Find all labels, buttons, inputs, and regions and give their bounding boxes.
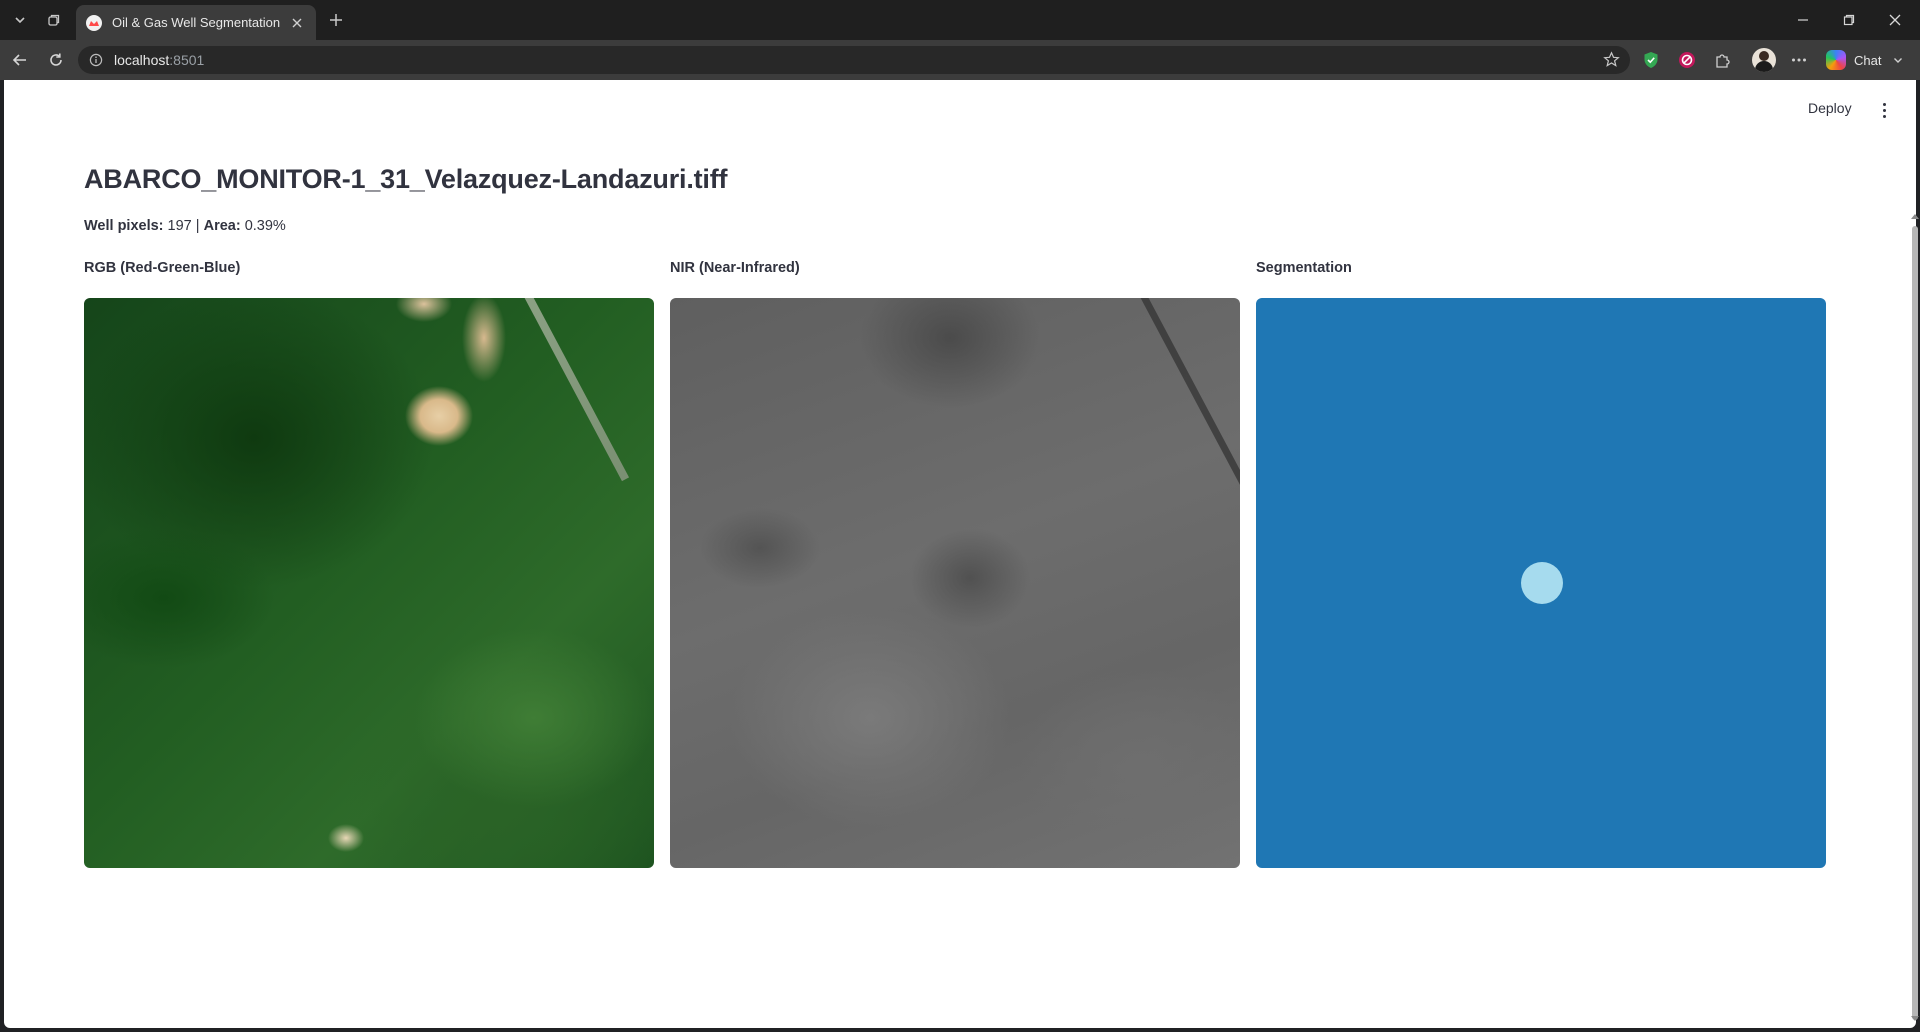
well-pixels-label: Well pixels: [84, 218, 164, 234]
tab-title: Oil & Gas Well Segmentation [112, 15, 281, 30]
chevron-down-icon[interactable] [1893, 53, 1903, 68]
scroll-up-icon[interactable] [1911, 214, 1919, 219]
streamlit-favicon-icon [86, 14, 102, 31]
chat-label: Chat [1854, 52, 1882, 68]
page-scrollbar[interactable] [1912, 226, 1918, 1020]
area-value: 0.39% [244, 218, 286, 234]
scroll-down-icon[interactable] [1911, 1016, 1919, 1021]
segmented-well-region [1521, 562, 1563, 604]
deploy-button[interactable]: Deploy [1808, 100, 1852, 120]
chat-button[interactable]: Chat [1826, 47, 1910, 73]
extensions-puzzle-icon[interactable] [1712, 49, 1734, 71]
bookmark-star-icon[interactable] [1603, 51, 1620, 71]
tab-active[interactable]: Oil & Gas Well Segmentation [76, 5, 316, 40]
close-window-icon[interactable] [1872, 0, 1918, 40]
area-label: Area: [203, 218, 241, 234]
segmentation-stats: Well pixels: 197 | Area: 0.39% [84, 218, 286, 234]
profile-avatar[interactable] [1752, 48, 1776, 72]
segmentation-image [1256, 298, 1826, 868]
site-info-icon[interactable] [88, 52, 104, 68]
more-menu-icon[interactable] [1788, 49, 1810, 71]
tab-list-icon[interactable] [6, 7, 34, 33]
new-tab-icon[interactable] [322, 7, 350, 33]
stats-separator: | [195, 218, 200, 234]
tab-groups-icon[interactable] [40, 7, 68, 33]
shield-extension-icon[interactable] [1640, 49, 1662, 71]
browser-tabbar: Oil & Gas Well Segmentation [0, 0, 1920, 40]
restore-icon[interactable] [1826, 0, 1872, 40]
close-tab-icon[interactable] [288, 14, 306, 32]
kebab-menu-icon[interactable] [1874, 100, 1894, 120]
minimize-icon[interactable] [1780, 0, 1826, 40]
copilot-logo-icon [1826, 50, 1846, 70]
well-pixels-value: 197 [167, 218, 192, 234]
browser-toolbar: localhost:8501 Chat [0, 40, 1920, 80]
url-port: :8501 [169, 52, 205, 68]
blocker-extension-icon[interactable] [1676, 49, 1698, 71]
address-bar[interactable]: localhost:8501 [78, 46, 1630, 74]
page-title: ABARCO_MONITOR-1_31_Velazquez-Landazuri.… [84, 164, 728, 194]
back-icon[interactable] [6, 46, 34, 74]
nir-image [670, 298, 1240, 868]
url-host: localhost [114, 52, 170, 68]
rgb-column-label: RGB (Red-Green-Blue) [84, 260, 241, 276]
nir-column-label: NIR (Near-Infrared) [670, 260, 800, 276]
rgb-image [84, 298, 654, 868]
segmentation-column-label: Segmentation [1256, 260, 1352, 276]
reload-icon[interactable] [42, 46, 70, 74]
